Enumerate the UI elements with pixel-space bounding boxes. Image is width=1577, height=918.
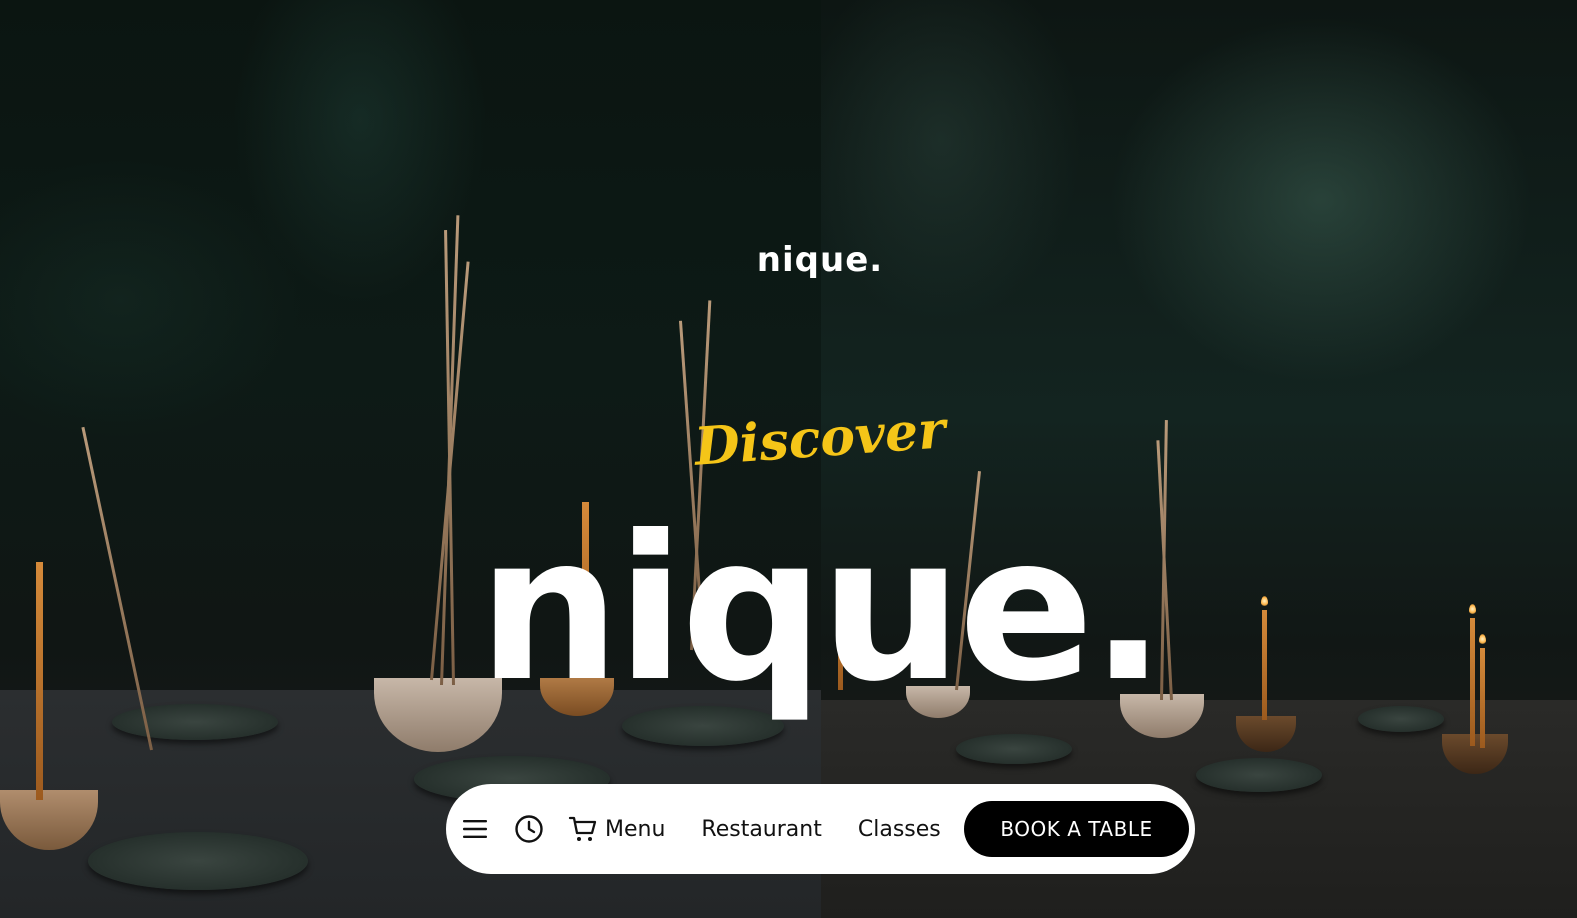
clock-icon[interactable] bbox=[509, 809, 549, 849]
nav-link-restaurant[interactable]: Restaurant bbox=[701, 817, 821, 842]
hamburger-menu-icon[interactable] bbox=[455, 809, 495, 849]
nav-link-menu[interactable]: Menu bbox=[605, 817, 665, 842]
hero-title: nique. bbox=[477, 493, 1166, 726]
cart-icon[interactable] bbox=[563, 809, 603, 849]
plate-decoration bbox=[1196, 758, 1322, 792]
plate-decoration bbox=[956, 734, 1072, 764]
hero-section: nique. Discover nique. Menu Restaurant C… bbox=[0, 0, 1577, 918]
bottom-nav-bar: Menu Restaurant Classes BOOK A TABLE bbox=[446, 784, 1195, 874]
nav-link-classes[interactable]: Classes bbox=[858, 817, 941, 842]
header-logo[interactable]: nique. bbox=[0, 240, 1577, 280]
book-a-table-button[interactable]: BOOK A TABLE bbox=[964, 801, 1189, 857]
plate-decoration bbox=[88, 832, 308, 890]
